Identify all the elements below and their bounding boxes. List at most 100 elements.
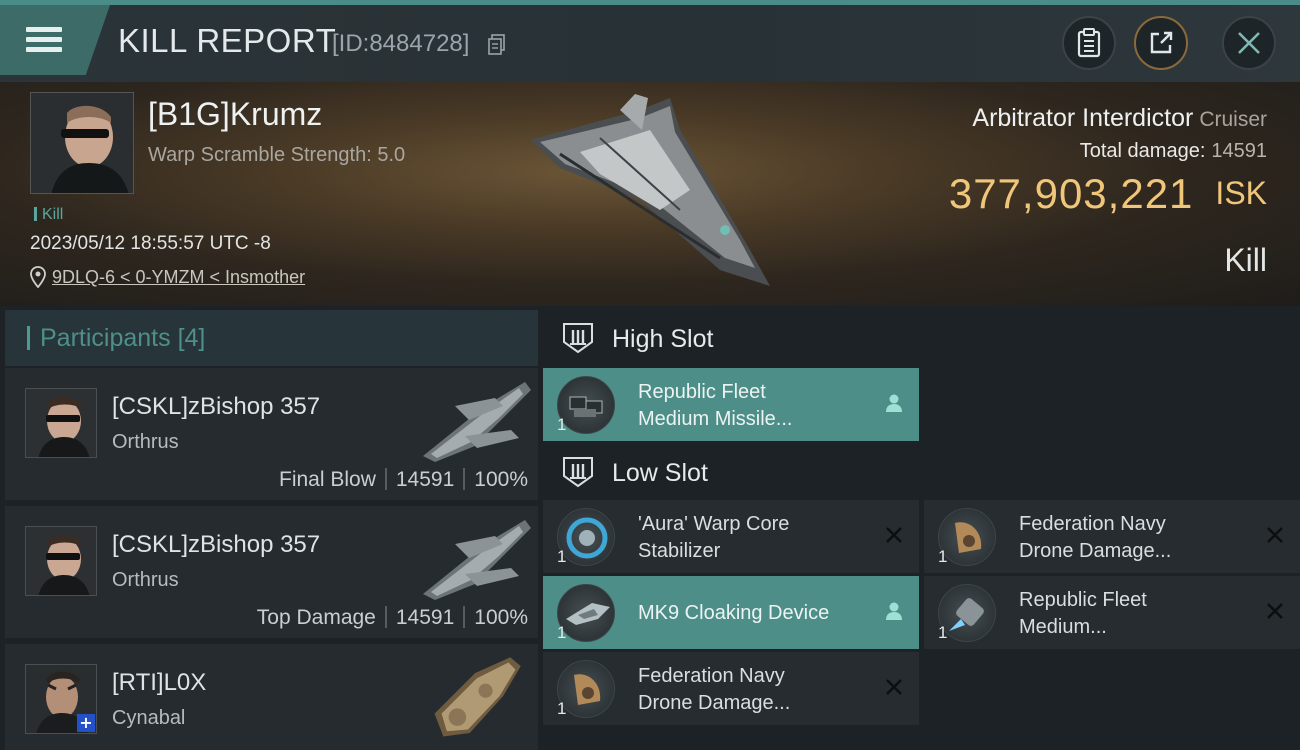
share-button[interactable] (1134, 16, 1188, 70)
divider (384, 468, 387, 490)
participant-card[interactable]: [CSKL]zBishop 357 Orthrus Top Damage 1459… (5, 506, 538, 638)
participant-percent: 100% (474, 468, 528, 491)
participant-portrait (26, 527, 96, 595)
page-title: KILL REPORT (118, 22, 337, 59)
plus-badge-icon: + (77, 714, 95, 732)
participant-name[interactable]: [CSKL]zBishop 357 (112, 393, 320, 421)
destroyed-x-icon (886, 527, 902, 543)
module-item[interactable]: 1 Republic Fleet Medium Missile... (543, 368, 919, 441)
avatar[interactable] (25, 388, 97, 458)
isk-amount: 377,903,221 (948, 170, 1194, 217)
clipboard-button[interactable] (1062, 16, 1116, 70)
total-damage-value: 14591 (1211, 140, 1267, 162)
copy-icon[interactable] (488, 34, 506, 56)
participants-count: [4] (177, 324, 206, 352)
victim-panel: [B1G]Krumz Warp Scramble Strength: 5.0 K… (0, 82, 1300, 306)
participant-portrait (26, 389, 96, 457)
person-icon (886, 602, 902, 620)
victim-avatar[interactable] (30, 92, 134, 194)
high-slot-icon (563, 323, 593, 354)
module-quantity: 1 (938, 623, 948, 642)
participants-header: Participants [4] (5, 310, 538, 366)
module-image (566, 603, 610, 625)
ship-name-text: Arbitrator Interdictor (972, 104, 1194, 132)
participant-name[interactable]: [CSKL]zBishop 357 (112, 531, 320, 559)
isk-value: 377,903,221 ISK (949, 170, 1267, 218)
participant-percent: 100% (474, 606, 528, 629)
module-quantity: 1 (557, 623, 567, 642)
module-name: Republic Fleet Medium Missile... (638, 381, 793, 430)
isk-unit: ISK (1215, 175, 1267, 211)
module-quantity: 1 (557, 547, 567, 566)
participant-damage: 14591 (395, 606, 455, 629)
divider (463, 468, 466, 490)
module-name: Federation Navy Drone Damage... (638, 665, 791, 714)
module-name: Federation Navy Drone Damage... (1019, 513, 1172, 562)
participant-stats: Final Blow 14591 100% (279, 468, 528, 492)
low-slot-header: Low Slot (543, 444, 1300, 500)
report-id: [ID:8484728] (332, 30, 470, 57)
destroyed-x-icon (886, 679, 902, 695)
close-icon (1238, 32, 1260, 54)
high-slot-title: High Slot (612, 325, 714, 353)
high-slot-header: High Slot (543, 310, 1300, 366)
kill-location-link[interactable]: 9DLQ-6 < 0-YMZM < Insmother (52, 267, 305, 288)
module-item[interactable]: 1 Federation Navy Drone Damage... (543, 652, 919, 725)
menu-icon (26, 27, 62, 32)
kill-result: Kill (1224, 242, 1267, 278)
menu-icon-line (26, 37, 62, 42)
low-slot-title: Low Slot (612, 459, 708, 487)
participant-role: Top Damage (256, 606, 376, 629)
divider (463, 606, 466, 628)
module-item[interactable]: 1 Republic Fleet Medium... (924, 576, 1300, 649)
share-icon (1150, 31, 1173, 54)
module-quantity: 1 (938, 547, 948, 566)
module-name: Republic Fleet Medium... (1019, 589, 1147, 638)
participants-title: Participants [4] (40, 324, 205, 353)
module-image (569, 396, 603, 417)
ship-class: Cruiser (1199, 108, 1267, 131)
module-quantity: 1 (557, 415, 567, 434)
participants-panel: Participants [4] [CSKL]zBishop 357 Orthr… (5, 310, 538, 750)
total-damage-label: Total damage: (1079, 140, 1206, 162)
module-image (949, 598, 984, 631)
participant-card[interactable]: + [RTI]L0X Cynabal (5, 644, 538, 750)
participant-name[interactable]: [RTI]L0X (112, 669, 206, 697)
participant-ship-image[interactable] (415, 652, 535, 740)
kill-tag: Kill (34, 206, 63, 224)
module-image (574, 674, 601, 705)
victim-name[interactable]: [B1G]Krumz (148, 96, 322, 133)
module-image (566, 517, 608, 559)
module-image (955, 522, 982, 553)
participant-ship: Cynabal (112, 707, 186, 729)
participants-header-bar (27, 326, 30, 350)
avatar[interactable] (25, 526, 97, 596)
victim-subtitle: Warp Scramble Strength: 5.0 (148, 144, 406, 166)
destroyed-x-icon (1267, 603, 1283, 619)
participant-damage: 14591 (395, 468, 455, 491)
victim-ship-image[interactable] (520, 90, 780, 286)
destroyed-x-icon (1267, 527, 1283, 543)
low-slot-icon (563, 457, 593, 488)
victim-portrait-image (31, 93, 133, 193)
location-pin-icon (30, 266, 46, 288)
divider (384, 606, 387, 628)
module-item[interactable]: 1 Federation Navy Drone Damage... (924, 500, 1300, 573)
clipboard-icon (1077, 28, 1101, 58)
participant-ship-image[interactable] (415, 376, 535, 464)
module-name: MK9 Cloaking Device (638, 602, 830, 624)
fitting-panel: High Slot 1 Republic Fleet Medium Missil… (543, 310, 1300, 750)
top-bar: KILL REPORT [ID:8484728] (0, 0, 1300, 82)
close-button[interactable] (1222, 16, 1276, 70)
participant-ship: Orthrus (112, 431, 179, 453)
module-item[interactable]: 1 MK9 Cloaking Device (543, 576, 919, 649)
participant-ship-image[interactable] (415, 514, 535, 602)
menu-icon-line (26, 47, 62, 52)
menu-button[interactable] (0, 5, 110, 75)
participants-title-text: Participants (40, 324, 171, 352)
module-item[interactable]: 1 'Aura' Warp Core Stabilizer (543, 500, 919, 573)
total-damage: Total damage: 14591 (1080, 140, 1267, 163)
participant-card[interactable]: [CSKL]zBishop 357 Orthrus Final Blow 1459… (5, 368, 538, 500)
person-icon (886, 394, 902, 412)
victim-ship-name[interactable]: Arbitrator Interdictor Cruiser (972, 104, 1267, 133)
